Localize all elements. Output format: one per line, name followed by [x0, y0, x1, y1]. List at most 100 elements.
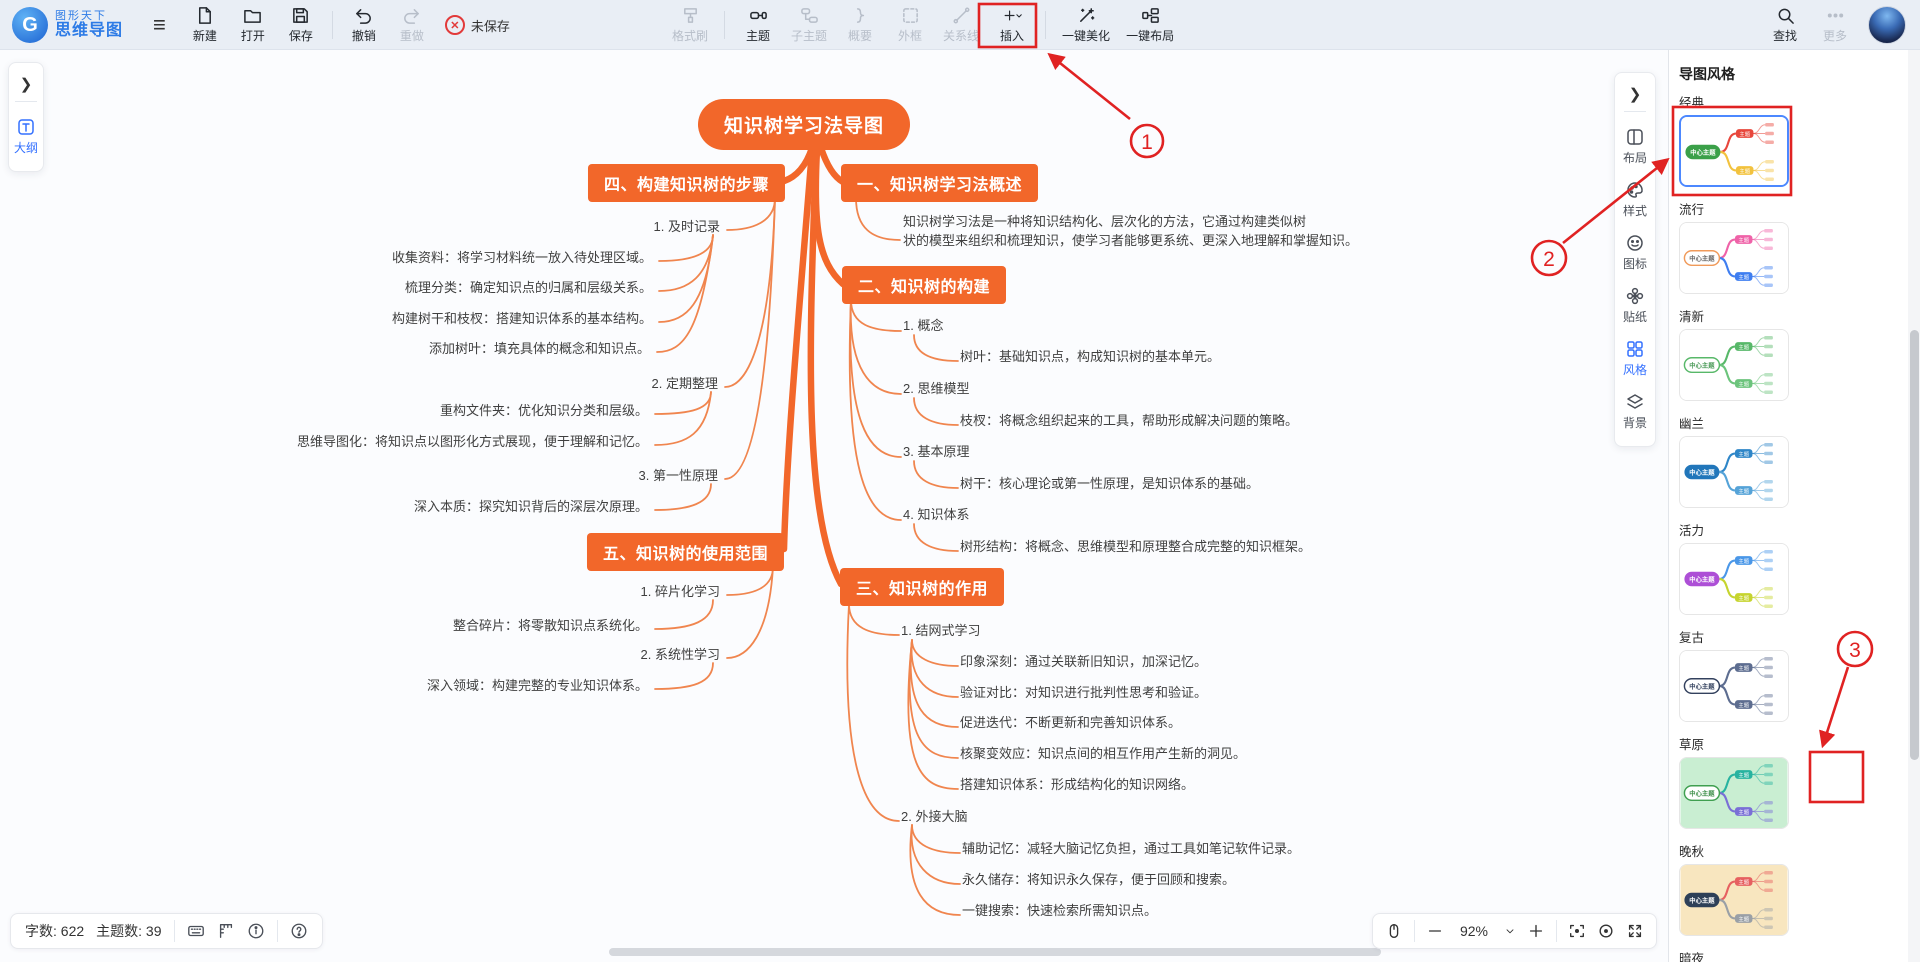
mindmap-node-item[interactable]: 3. 第一性原理: [639, 465, 718, 484]
fullscreen-icon[interactable]: [1626, 922, 1644, 940]
mindmap-node-leaf[interactable]: 永久储存：将知识永久保存，便于回顾和搜索。: [962, 869, 1235, 888]
mindmap-node-leaf[interactable]: 梳理分类：确定知识点的归属和层级关系。: [405, 277, 652, 296]
mindmap-node-item[interactable]: 1. 概念: [903, 315, 943, 334]
collapse-right-panel-icon[interactable]: ❯: [1629, 81, 1642, 111]
relation-line-button[interactable]: 关系线: [943, 6, 979, 44]
style-option-复古[interactable]: 复古 主题 主题 中心主题: [1679, 627, 1789, 722]
style-option-活力[interactable]: 活力 主题 主题 中心主题: [1679, 520, 1789, 615]
summary-button[interactable]: 概要: [843, 6, 877, 44]
zoom-level[interactable]: 92%: [1455, 923, 1493, 939]
mindmap-node-leaf[interactable]: 添加树叶：填充具体的概念和知识点。: [429, 338, 650, 357]
mindmap-node-leaf[interactable]: 枝杈：将概念组织起来的工具，帮助形成解决问题的策略。: [960, 410, 1298, 429]
insert-button[interactable]: 插入: [995, 6, 1029, 44]
info-icon[interactable]: [247, 922, 265, 940]
mindmap-node-item[interactable]: 3. 基本原理: [903, 441, 969, 460]
rail-item-background[interactable]: 背景: [1615, 385, 1655, 438]
more-button[interactable]: 更多: [1818, 6, 1852, 44]
style-option-清新[interactable]: 清新 主题 主题 中心主题: [1679, 306, 1789, 401]
subtopic-button[interactable]: 子主题: [791, 6, 827, 44]
beautify-button[interactable]: 一键美化: [1062, 6, 1110, 44]
rail-item-style[interactable]: 样式: [1615, 173, 1655, 226]
style-option-晚秋[interactable]: 晚秋 主题 主题 中心主题: [1679, 841, 1789, 936]
new-button[interactable]: 新建: [188, 6, 222, 44]
open-button[interactable]: 打开: [236, 6, 270, 44]
mindmap-node-root[interactable]: 知识树学习法导图: [698, 99, 911, 150]
mindmap-node-leaf[interactable]: 一键搜索：快速检索所需知识点。: [962, 900, 1157, 919]
style-thumbnail[interactable]: 主题 主题 中心主题: [1679, 115, 1789, 187]
mindmap-node-leaf[interactable]: 搭建知识体系：形成结构化的知识网络。: [960, 774, 1194, 793]
style-thumbnail[interactable]: 主题 主题 中心主题: [1679, 436, 1789, 508]
mindmap-node-branch[interactable]: 三、知识树的作用: [840, 568, 1005, 606]
style-thumbnail[interactable]: 主题 主题 中心主题: [1679, 543, 1789, 615]
mindmap-node-item[interactable]: 1. 结网式学习: [901, 620, 980, 639]
mindmap-node-item[interactable]: 4. 知识体系: [903, 504, 969, 523]
mindmap-node-leaf[interactable]: 思维导图化：将知识点以图形化方式展现，便于理解和记忆。: [297, 431, 648, 450]
style-thumbnail[interactable]: 主题 主题 中心主题: [1679, 329, 1789, 401]
style-thumbnail[interactable]: 主题 主题 中心主题: [1679, 757, 1789, 829]
format-brush-button[interactable]: 格式刷: [672, 6, 708, 44]
mindmap-node-leaf[interactable]: 深入本质：探究知识背后的深层次原理。: [414, 496, 648, 515]
ruler-icon[interactable]: [217, 922, 235, 940]
fit-screen-icon[interactable]: [1568, 922, 1586, 940]
mindmap-node-desc[interactable]: 知识树学习法是一种将知识结构化、层次化的方法，它通过构建类似树 状的模型来组织和…: [903, 212, 1358, 250]
style-thumbnail[interactable]: 主题 主题 中心主题: [1679, 222, 1789, 294]
mindmap-node-leaf[interactable]: 构建树干和枝杈：搭建知识体系的基本结构。: [392, 308, 652, 327]
zoom-in-icon[interactable]: [1527, 922, 1545, 940]
style-option-草原[interactable]: 草原 主题 主题 中心主题: [1679, 734, 1789, 829]
rail-item-layout[interactable]: 布局: [1615, 120, 1655, 173]
find-button[interactable]: 查找: [1768, 6, 1802, 44]
mindmap-node-leaf[interactable]: 整合碎片：将零散知识点系统化。: [453, 615, 648, 634]
mindmap-node-leaf[interactable]: 树干：核心理论或第一性原理，是知识体系的基础。: [960, 473, 1259, 492]
mindmap-node-leaf[interactable]: 辅助记忆：减轻大脑记忆负担，通过工具如笔记软件记录。: [962, 838, 1300, 857]
topic-button[interactable]: 主题: [741, 6, 775, 44]
mindmap-node-leaf[interactable]: 树形结构：将概念、思维模型和原理整合成完整的知识框架。: [960, 536, 1311, 555]
mindmap-node-item[interactable]: 1. 及时记录: [654, 216, 720, 235]
mindmap-node-leaf[interactable]: 深入领域：构建完整的专业知识体系。: [427, 675, 648, 694]
style-option-流行[interactable]: 流行 主题 主题 中心主题: [1679, 199, 1789, 294]
zoom-dropdown-icon[interactable]: [1504, 925, 1516, 937]
mouse-mode-icon[interactable]: [1385, 922, 1403, 940]
help-icon[interactable]: [290, 922, 308, 940]
mindmap-node-item[interactable]: 2. 定期整理: [652, 373, 718, 392]
style-thumbnail[interactable]: 主题 主题 中心主题: [1679, 864, 1789, 936]
center-view-icon[interactable]: [1597, 922, 1615, 940]
mindmap-node-leaf[interactable]: 核聚变效应：知识点间的相互作用产生新的洞见。: [960, 743, 1246, 762]
zoom-out-icon[interactable]: [1426, 922, 1444, 940]
rail-item-theme-style[interactable]: 风格: [1615, 332, 1655, 385]
panel-scrollbar[interactable]: [1908, 50, 1920, 962]
mindmap-node-leaf[interactable]: 验证对比：对知识进行批判性思考和验证。: [960, 682, 1207, 701]
keyboard-shortcuts-icon[interactable]: [187, 922, 205, 940]
outer-frame-button[interactable]: 外框: [893, 6, 927, 44]
svg-text:主题: 主题: [1738, 701, 1749, 709]
auto-layout-button[interactable]: 一键布局: [1126, 6, 1174, 44]
redo-button[interactable]: 重做: [395, 6, 429, 44]
menu-icon[interactable]: ≡: [153, 12, 166, 38]
logo-icon: G: [12, 7, 48, 43]
style-thumbnail[interactable]: 主题 主题 中心主题: [1679, 650, 1789, 722]
mindmap-node-leaf[interactable]: 印象深刻：通过关联新旧知识，加深记忆。: [960, 651, 1207, 670]
mindmap-node-branch[interactable]: 一、知识树学习法概述: [841, 164, 1039, 202]
canvas-horizontal-scrollbar[interactable]: [609, 948, 1381, 956]
mindmap-node-leaf[interactable]: 重构文件夹：优化知识分类和层级。: [440, 400, 648, 419]
panel-scrollbar-thumb[interactable]: [1909, 330, 1919, 760]
undo-button[interactable]: 撤销: [347, 6, 381, 44]
rail-item-stickers[interactable]: 贴纸: [1615, 279, 1655, 332]
mindmap-node-branch[interactable]: 五、知识树的使用范围: [586, 533, 784, 571]
mindmap-node-branch[interactable]: 四、构建知识树的步骤: [587, 164, 785, 202]
style-option-经典[interactable]: 经典 主题 主题 中心主题: [1679, 92, 1789, 187]
expand-left-panel-icon[interactable]: ❯: [20, 71, 33, 101]
mindmap-node-leaf[interactable]: 收集资料：将学习材料统一放入待处理区域。: [392, 247, 652, 266]
save-button[interactable]: 保存: [284, 6, 318, 44]
user-avatar[interactable]: [1868, 6, 1906, 44]
style-option-暗夜[interactable]: 暗夜 主题 主题 中心主题: [1679, 948, 1789, 962]
mindmap-node-item[interactable]: 2. 系统性学习: [641, 644, 720, 663]
mindmap-node-item[interactable]: 1. 碎片化学习: [641, 581, 720, 600]
mindmap-node-branch[interactable]: 二、知识树的构建: [842, 266, 1007, 304]
outline-button[interactable]: 大纲: [9, 110, 43, 163]
mindmap-node-leaf[interactable]: 促进迭代：不断更新和完善知识体系。: [960, 712, 1181, 731]
style-option-幽兰[interactable]: 幽兰 主题 主题 中心主题: [1679, 413, 1789, 508]
mindmap-node-item[interactable]: 2. 思维模型: [903, 378, 969, 397]
rail-item-icons[interactable]: 图标: [1615, 226, 1655, 279]
mindmap-node-item[interactable]: 2. 外接大脑: [901, 806, 967, 825]
mindmap-node-leaf[interactable]: 树叶：基础知识点，构成知识树的基本单元。: [960, 346, 1220, 365]
